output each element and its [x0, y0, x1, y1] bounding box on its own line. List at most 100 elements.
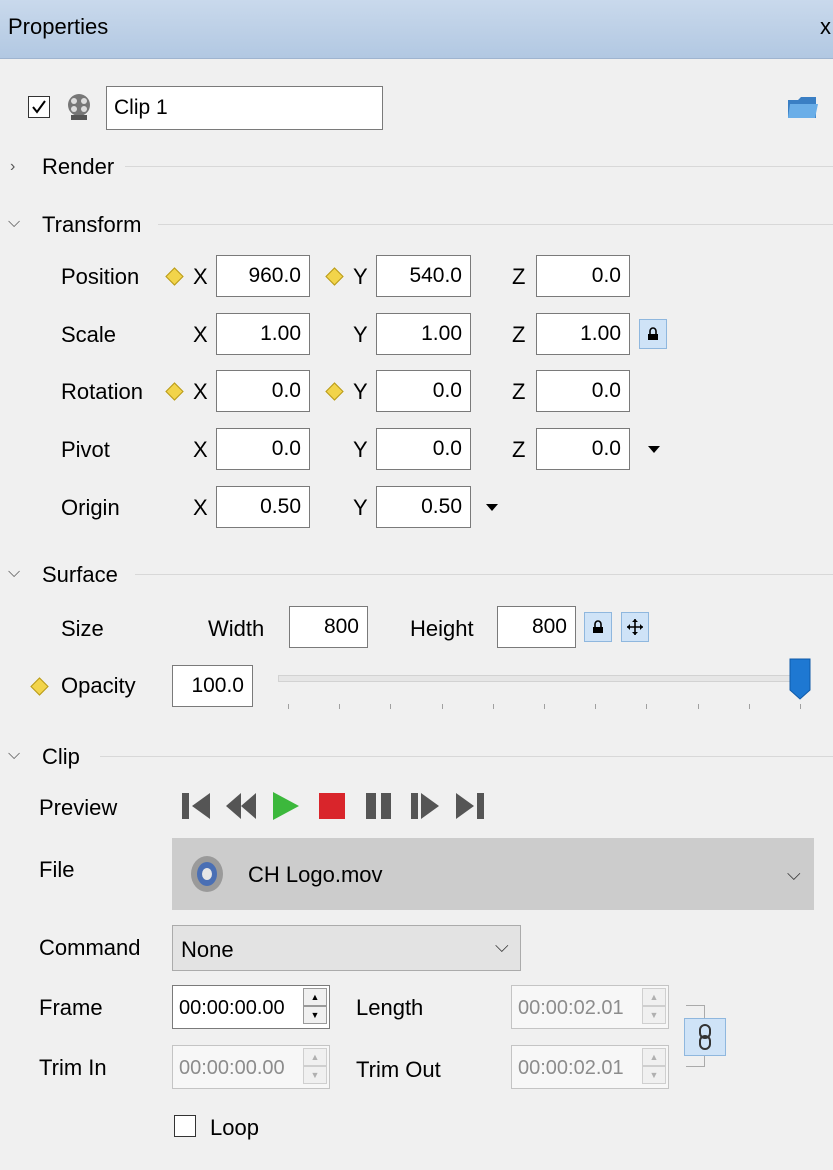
length-spinbox[interactable]: 00:00:02.01 ▲ ▼ [511, 985, 669, 1029]
divider [125, 166, 833, 167]
trim-in-label: Trim In [39, 1055, 107, 1080]
axis-z-label: Z [512, 437, 526, 462]
slider-tick [288, 704, 289, 709]
divider [100, 756, 833, 757]
axis-z-label: Z [512, 322, 526, 347]
origin-dropdown-icon[interactable] [486, 504, 498, 511]
preview-label: Preview [39, 795, 118, 820]
section-clip[interactable]: Clip [42, 744, 80, 770]
scale-label: Scale [61, 322, 117, 347]
step-forward-icon[interactable] [409, 789, 441, 823]
trim-in-spinbox[interactable]: 00:00:00.00 ▲ ▼ [172, 1045, 330, 1089]
slider-tick [544, 704, 545, 709]
chevron-down-icon[interactable]: ⌵ [495, 936, 509, 957]
stop-icon[interactable] [316, 789, 348, 823]
skip-to-start-icon[interactable] [180, 789, 212, 823]
file-name: CH Logo.mov [248, 862, 383, 887]
pivot-x-input[interactable]: 0.0 [216, 428, 310, 470]
chevron-down-icon[interactable]: ⌵ [8, 214, 20, 232]
pause-icon[interactable] [363, 789, 395, 823]
position-y-input[interactable]: 540.0 [376, 255, 471, 297]
slider-tick [492, 704, 494, 709]
keyframe-diamond-icon[interactable] [165, 382, 184, 401]
rewind-icon[interactable] [224, 789, 258, 823]
file-select[interactable]: CH Logo.mov ⌵ [172, 838, 814, 910]
spin-down-icon[interactable]: ▼ [642, 1066, 666, 1084]
rotation-z-input[interactable]: 0.0 [536, 370, 630, 412]
loop-label: Loop [210, 1115, 259, 1140]
slider-tick [646, 704, 648, 709]
enable-checkbox[interactable] [28, 96, 50, 118]
opacity-input[interactable]: 100.0 [172, 665, 253, 707]
chevron-down-icon[interactable]: ⌵ [787, 864, 801, 885]
length-label: Length [356, 995, 424, 1020]
keyframe-diamond-icon[interactable] [30, 677, 49, 696]
divider [158, 224, 833, 225]
spin-down-icon[interactable]: ▼ [303, 1006, 327, 1024]
divider [135, 574, 833, 575]
frame-spinbox[interactable]: 00:00:00.00 ▲ ▼ [172, 985, 330, 1029]
position-label: Position [61, 264, 140, 289]
play-icon[interactable] [269, 789, 301, 823]
length-value: 00:00:02.01 [518, 997, 624, 1019]
link-length-button[interactable] [684, 1018, 726, 1056]
command-value: None [181, 937, 234, 962]
chevron-right-icon[interactable]: › [10, 158, 15, 176]
keyframe-diamond-icon[interactable] [325, 267, 344, 286]
width-label: Width [208, 616, 265, 641]
keyframe-diamond-icon[interactable] [165, 267, 184, 286]
pivot-z-input[interactable]: 0.0 [536, 428, 630, 470]
axis-x-label: X [193, 437, 208, 462]
skip-to-end-icon[interactable] [454, 789, 486, 823]
position-z-input[interactable]: 0.0 [536, 255, 630, 297]
fit-size-button[interactable] [621, 612, 649, 642]
rotation-x-input[interactable]: 0.0 [216, 370, 310, 412]
spin-up-icon[interactable]: ▲ [642, 988, 666, 1006]
close-button[interactable]: x [820, 14, 831, 40]
rotation-y-input[interactable]: 0.0 [376, 370, 471, 412]
spin-down-icon[interactable]: ▼ [642, 1006, 666, 1024]
trim-out-spinbox[interactable]: 00:00:02.01 ▲ ▼ [511, 1045, 669, 1089]
position-x-input[interactable]: 960.0 [216, 255, 310, 297]
lock-scale-button[interactable] [639, 319, 667, 349]
pivot-dropdown-icon[interactable] [648, 446, 660, 453]
folder-icon[interactable] [786, 92, 820, 122]
loop-checkbox[interactable] [174, 1115, 196, 1137]
spin-up-icon[interactable]: ▲ [642, 1048, 666, 1066]
spin-down-icon[interactable]: ▼ [303, 1066, 327, 1084]
section-surface[interactable]: Surface [42, 562, 118, 588]
lock-size-button[interactable] [584, 612, 612, 642]
spin-up-icon[interactable]: ▲ [303, 1048, 327, 1066]
axis-x-label: X [193, 495, 208, 520]
axis-y-label: Y [353, 379, 368, 404]
opacity-slider-thumb[interactable] [789, 658, 811, 700]
pivot-y-input[interactable]: 0.0 [376, 428, 471, 470]
origin-y-input[interactable]: 0.50 [376, 486, 471, 528]
origin-x-input[interactable]: 0.50 [216, 486, 310, 528]
scale-z-input[interactable]: 1.00 [536, 313, 630, 355]
height-input[interactable]: 800 [497, 606, 576, 648]
check-icon [32, 100, 46, 114]
command-select[interactable]: None ⌵ [172, 925, 521, 971]
spin-up-icon[interactable]: ▲ [303, 988, 327, 1006]
slider-tick [595, 704, 597, 709]
scale-y-input[interactable]: 1.00 [376, 313, 471, 355]
command-label: Command [39, 935, 141, 960]
chevron-down-icon[interactable]: ⌵ [8, 746, 20, 764]
scale-x-input[interactable]: 1.00 [216, 313, 310, 355]
clip-name-input[interactable]: Clip 1 [106, 86, 383, 130]
lock-icon [648, 327, 658, 340]
slider-tick [339, 704, 341, 709]
section-transform[interactable]: Transform [42, 212, 141, 238]
slider-tick [748, 704, 750, 709]
lock-icon [593, 620, 603, 633]
chevron-down-icon[interactable]: ⌵ [8, 564, 20, 582]
width-input[interactable]: 800 [289, 606, 368, 648]
opacity-slider[interactable] [278, 675, 806, 682]
quicktime-file-icon [188, 854, 226, 894]
keyframe-diamond-icon[interactable] [325, 382, 344, 401]
axis-y-label: Y [353, 495, 368, 520]
slider-tick [800, 704, 801, 709]
rotation-label: Rotation [61, 379, 143, 404]
section-render[interactable]: Render [42, 154, 114, 180]
